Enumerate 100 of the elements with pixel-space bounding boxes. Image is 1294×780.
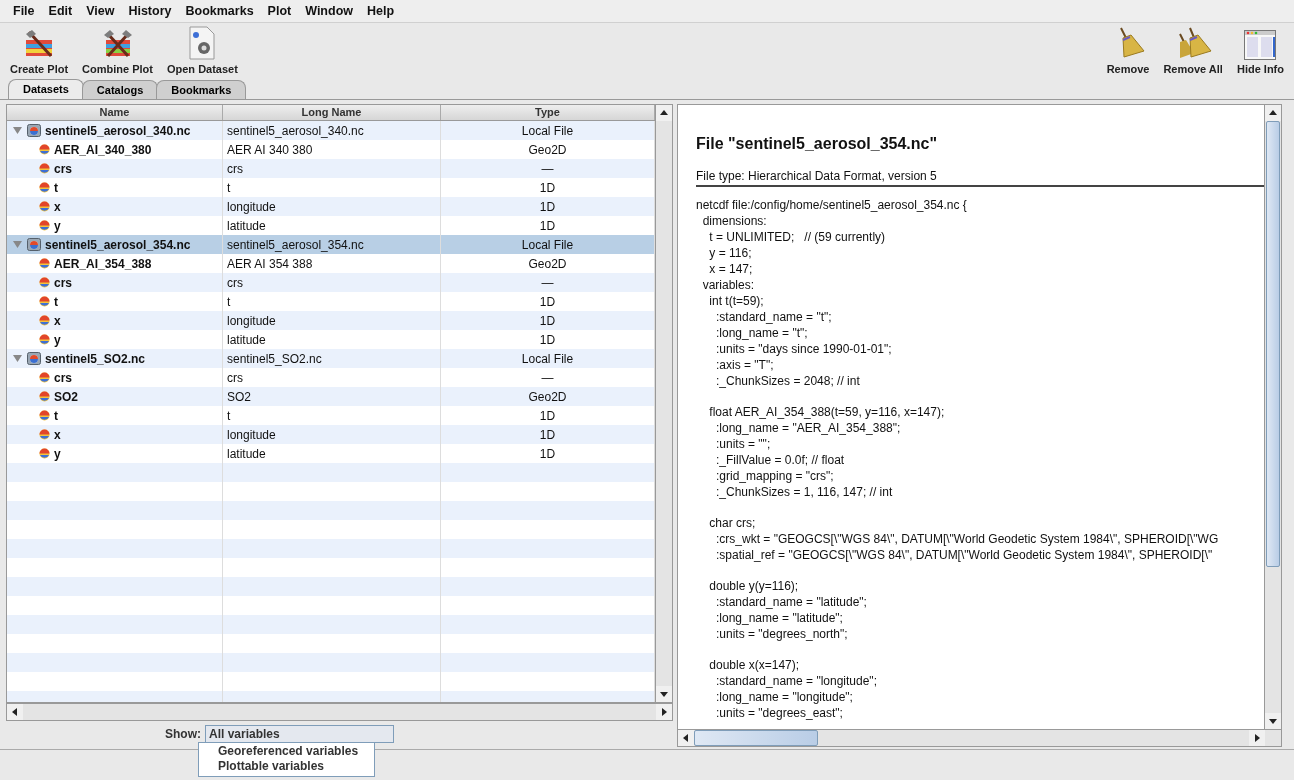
type-cell: Local File [521,351,574,366]
variable-icon [39,410,50,421]
scroll-thumb[interactable] [1266,121,1280,567]
variable-icon [39,391,50,402]
long-name-cell: longitude [227,199,276,214]
scroll-right-button[interactable] [1249,730,1265,746]
long-name-cell: longitude [227,313,276,328]
code-line: float AER_AI_354_388(t=59, y=116, x=147); [708,404,946,420]
variable-icon [39,315,50,326]
code-line: :crs_wkt = "GEOGCS[\"WGS 84\", DATUM[\"World Geodetic System 1984\", SPHEROID[\"WG [715,531,1220,547]
type-cell: Local File [521,123,574,138]
name-cell: t [54,180,58,195]
name-cell: x [54,313,61,328]
name-cell: sentinel5_SO2.nc [45,351,146,366]
table-row[interactable]: crs crs — [7,273,655,292]
name-cell: SO2 [54,389,78,404]
toolbar-button[interactable]: Remove [1102,25,1154,77]
name-cell: AER_AI_354_388 [54,256,152,271]
type-cell: 1D [539,313,556,328]
code-line: :standard_name = "latitude"; [715,594,868,610]
table-row[interactable]: sentinel5_aerosol_340.nc sentinel5_aerosol_340.nc Local File [7,121,655,140]
dropdown-option[interactable]: Plottable variables [199,759,374,774]
toolbar-button[interactable]: Combine Plot [78,25,157,77]
menu-item[interactable]: Help [360,4,402,18]
toolbar-button[interactable]: Create Plot [6,25,73,77]
table-row[interactable]: x longitude 1D [7,311,655,330]
long-name-cell: AER AI 340 380 [227,142,313,157]
table-row[interactable]: sentinel5_aerosol_354.nc sentinel5_aerosol_354.nc Local File [7,235,655,254]
menu-item[interactable]: Bookmarks [178,4,261,18]
variable-icon [39,163,50,174]
long-name-cell: sentinel5_aerosol_340.nc [227,123,364,138]
code-line: double y(y=116); [708,578,800,594]
name-cell: y [54,218,61,233]
expand-toggle-icon[interactable] [12,126,22,135]
toolbar-button[interactable]: Open Dataset [162,25,242,77]
type-cell: Geo2D [528,142,567,157]
code-line: x = 147; [708,261,754,277]
arrow-icon [660,109,668,117]
type-cell: 1D [539,199,556,214]
variable-icon [39,258,50,269]
scroll-down-button[interactable] [656,686,672,702]
table-row[interactable]: crs crs — [7,159,655,178]
tab[interactable]: Bookmarks [156,80,247,99]
horizontal-scrollbar[interactable] [678,729,1281,746]
variable-icon [39,277,50,288]
scroll-right-button[interactable] [656,704,672,720]
code-line: int t(t=59); [708,293,765,309]
menu-item[interactable]: Edit [41,4,80,18]
name-cell: x [54,199,61,214]
dataset-icon [27,238,41,251]
menu-item[interactable]: Plot [260,4,299,18]
vertical-scrollbar[interactable] [1264,105,1281,729]
scroll-down-button[interactable] [1265,713,1281,729]
show-label: Show: [165,727,201,741]
long-name-cell: SO2 [227,389,251,404]
name-cell: t [54,294,58,309]
code-line: netcdf file:/config/home/sentinel5_aerosol_354.nc { [696,197,968,213]
file-type: File type: Hierarchical Data Format, version 5 [696,169,1264,187]
menu-item[interactable]: File [6,4,42,18]
table-row[interactable]: SO2 SO2 Geo2D [7,387,655,406]
code-line: :long_name = "AER_AI_354_388"; [715,420,902,436]
table-row[interactable]: x longitude 1D [7,425,655,444]
code-line: :spatial_ref = "GEOGCS[\"WGS 84\", DATUM[\"World Geodetic System 1984\", SPHEROID[\" [715,547,1214,563]
vertical-scrollbar[interactable] [655,105,672,702]
tab[interactable]: Datasets [8,79,84,99]
column-header[interactable]: Name [7,105,223,120]
expand-toggle-icon[interactable] [12,240,22,249]
variable-icon [39,448,50,459]
code-line: :units = "degrees_east"; [715,705,844,721]
type-cell: 1D [539,218,556,233]
dropdown-option[interactable]: Georeferenced variables [199,744,374,759]
horizontal-scrollbar[interactable] [6,703,673,721]
arrow-icon [11,708,19,716]
scroll-left-button[interactable] [678,730,694,746]
menu-item[interactable]: View [79,4,122,18]
tab[interactable]: Catalogs [81,80,159,99]
table-row[interactable]: sentinel5_SO2.nc sentinel5_SO2.nc Local File [7,349,655,368]
code-line: dimensions: [701,213,768,229]
long-name-cell: latitude [227,446,266,461]
name-cell: y [54,446,61,461]
column-header[interactable]: Long Name [223,105,441,120]
name-cell: sentinel5_aerosol_340.nc [45,123,191,138]
scroll-left-button[interactable] [7,704,23,720]
variable-icon [39,182,50,193]
toolbar-button[interactable]: Remove All [1159,25,1227,77]
scroll-up-button[interactable] [1265,105,1281,121]
name-cell: t [54,408,58,423]
scroll-up-button[interactable] [656,105,672,121]
toolbar-button[interactable]: Hide Info [1232,25,1288,77]
table-row[interactable]: x longitude 1D [7,197,655,216]
code-line: t = UNLIMITED; // (59 currently) [708,229,887,245]
long-name-cell: crs [227,161,243,176]
menu-item[interactable]: History [121,4,179,18]
variable-icon [39,201,50,212]
menu-item[interactable]: Window [298,4,360,18]
code-line: :long_name = "latitude"; [715,610,844,626]
type-cell: 1D [539,332,556,347]
name-cell: x [54,427,61,442]
scroll-thumb[interactable] [694,730,819,746]
expand-toggle-icon[interactable] [12,354,22,363]
